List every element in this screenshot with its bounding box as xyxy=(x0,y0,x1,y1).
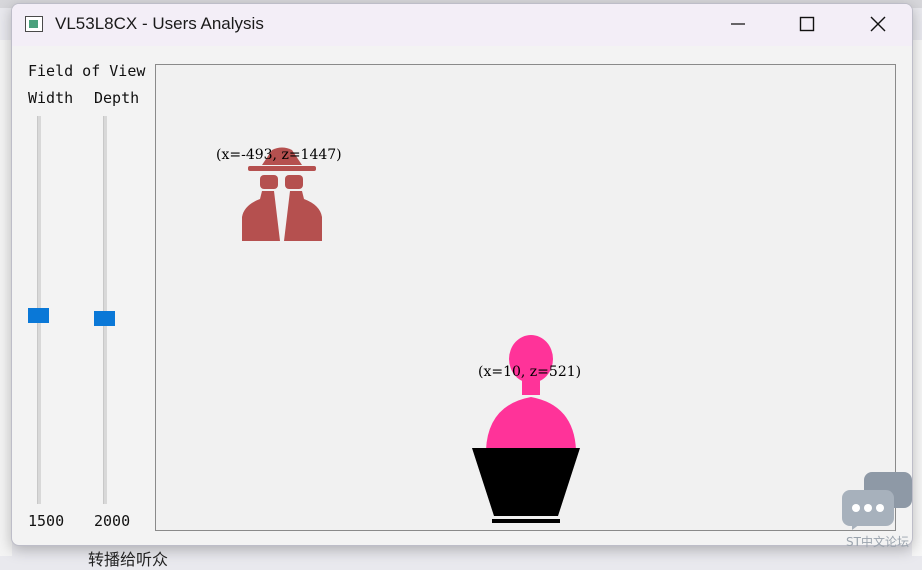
background-bottom-text: 转播给听众 xyxy=(88,550,169,569)
width-slider[interactable] xyxy=(28,116,49,504)
user-icon xyxy=(486,335,576,450)
forum-watermark: ST中文论坛 xyxy=(846,535,909,549)
maximize-button[interactable] xyxy=(783,4,831,44)
depth-slider[interactable] xyxy=(94,116,115,504)
close-button[interactable] xyxy=(854,4,902,44)
field-of-view-label: Field of View xyxy=(28,62,146,80)
depth-slider-handle[interactable] xyxy=(94,311,115,326)
minimize-button[interactable] xyxy=(714,4,762,44)
user-1-coordinates: (x=-493, z=1447) xyxy=(216,147,342,163)
width-value: 1500 xyxy=(28,512,65,530)
close-icon xyxy=(870,16,886,32)
depth-label: Depth xyxy=(94,89,140,107)
width-label: Width xyxy=(28,89,74,107)
window-title: VL53L8CX - Users Analysis xyxy=(55,14,264,33)
width-slider-handle[interactable] xyxy=(28,308,49,323)
user-2-coordinates: (x=10, z=521) xyxy=(478,364,582,380)
podium-icon xyxy=(472,448,580,523)
chat-bubble-icon[interactable] xyxy=(842,472,914,530)
title-bar[interactable]: VL53L8CX - Users Analysis xyxy=(12,4,912,46)
maximize-icon xyxy=(799,16,815,32)
app-icon xyxy=(25,16,43,32)
depth-value: 2000 xyxy=(94,512,131,530)
user-position-canvas: (x=-493, z=1447) (x=10, z=521) xyxy=(155,64,896,531)
users-analysis-window: VL53L8CX - Users Analysis Field of View … xyxy=(11,3,913,546)
minimize-icon xyxy=(731,23,745,25)
